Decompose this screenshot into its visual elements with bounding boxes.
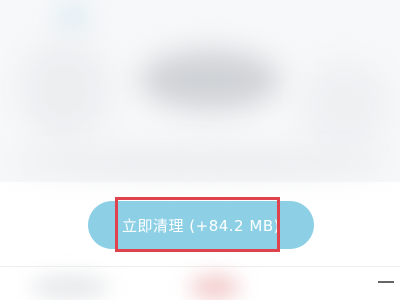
dash-icon <box>378 281 394 283</box>
blurred-content-area <box>0 0 400 182</box>
clean-now-button[interactable]: 立即清理 (+84.2 MB) <box>88 201 314 249</box>
app-screen: 立即清理 (+84.2 MB) <box>0 0 400 300</box>
blurred-shape-bottom-left <box>30 275 110 299</box>
blurred-shape-bottom-red <box>190 275 240 299</box>
blurred-shape-bottom <box>10 150 390 176</box>
blurred-shape-center <box>140 50 280 110</box>
bottom-strip <box>0 266 400 300</box>
blurred-accent-shape <box>58 10 88 24</box>
blurred-shape-left <box>20 40 110 140</box>
blurred-shape-right <box>300 60 390 150</box>
